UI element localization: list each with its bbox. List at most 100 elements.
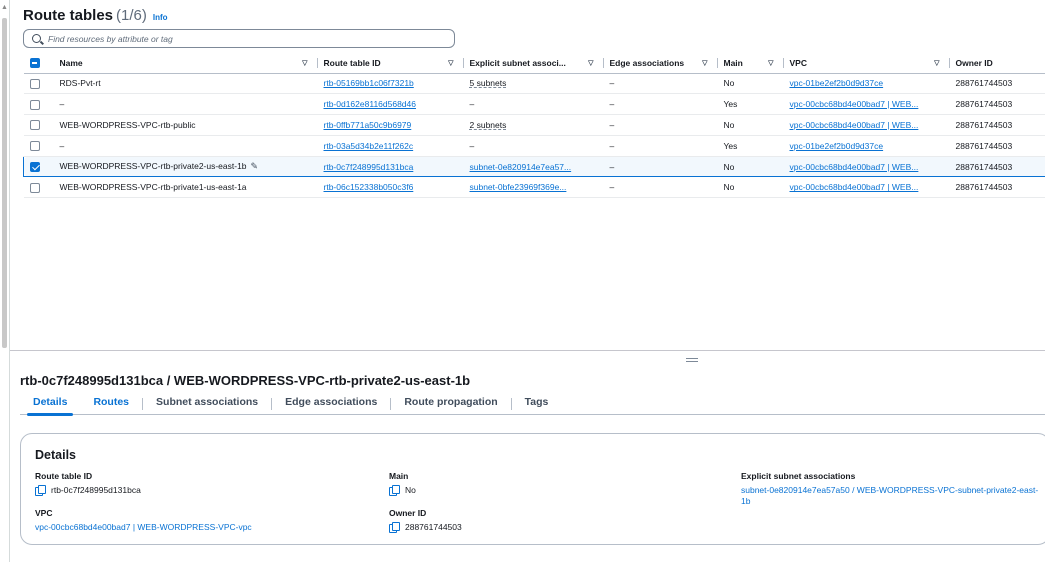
sort-down-icon[interactable]: ▽ bbox=[934, 59, 939, 67]
column-header-main[interactable]: Main ▽ bbox=[717, 53, 784, 74]
vpc-link[interactable]: vpc-00cbc68bd4e00bad7 | WEB-WORDPRESS-VP… bbox=[35, 522, 252, 532]
details-card: Details Route table ID rtb-0c7f248995d13… bbox=[20, 433, 1045, 545]
main-cell: Yes bbox=[717, 135, 784, 157]
main-cell: No bbox=[717, 176, 784, 199]
row-select-cell[interactable] bbox=[23, 93, 54, 116]
column-label: Main bbox=[723, 57, 743, 68]
column-header-owner-id[interactable]: Owner ID bbox=[949, 53, 1045, 74]
drag-handle-icon[interactable] bbox=[686, 358, 698, 362]
table-row[interactable]: WEB-WORDPRESS-VPC-rtb-private1-us-east-1… bbox=[23, 176, 1045, 199]
route-table-id-link[interactable]: rtb-0d162e8116d568d46 bbox=[324, 99, 416, 109]
row-checkbox[interactable] bbox=[29, 141, 40, 152]
row-checkbox[interactable] bbox=[29, 120, 40, 131]
owner-id-cell: 288761744503 bbox=[949, 155, 1045, 178]
edge-associations-cell: – bbox=[603, 155, 718, 178]
search-box[interactable] bbox=[23, 29, 455, 48]
field-label: Route table ID bbox=[35, 471, 93, 481]
row-select-cell[interactable] bbox=[23, 73, 54, 95]
explicit-subnet-link[interactable]: subnet-0e820914e7ea57a50 / WEB-WORDPRESS… bbox=[741, 485, 1045, 507]
subnet-associations-link[interactable]: subnet-0e820914e7ea57... bbox=[470, 162, 572, 172]
route-table-id-link[interactable]: rtb-06c152338b050c3f6 bbox=[324, 182, 414, 192]
vpc-field: VPC vpc-00cbc68bd4e00bad7 | WEB-WORDPRES… bbox=[35, 508, 252, 532]
field-label: VPC bbox=[35, 508, 53, 518]
selection-count: (1/6) bbox=[116, 7, 147, 24]
column-header-name[interactable]: Name ▽ bbox=[53, 53, 318, 74]
subnet-associations-cell: – bbox=[463, 135, 604, 157]
route-tables-header: Route tables (1/6) Info bbox=[23, 7, 168, 24]
edge-associations-cell: – bbox=[603, 114, 718, 136]
row-checkbox[interactable] bbox=[29, 99, 40, 110]
field-value: rtb-0c7f248995d131bca bbox=[35, 485, 141, 496]
table-row[interactable]: – rtb-0d162e8116d568d46 – – Yes vpc-00cb… bbox=[23, 93, 1045, 116]
copy-icon[interactable] bbox=[35, 485, 46, 496]
field-label: Explicit subnet associations bbox=[741, 471, 856, 481]
details-card-title: Details bbox=[35, 448, 76, 462]
sort-down-icon[interactable]: ▽ bbox=[448, 59, 453, 67]
owner-id-cell: 288761744503 bbox=[949, 73, 1045, 95]
table-row[interactable]: WEB-WORDPRESS-VPC-rtb-public rtb-0ffb771… bbox=[23, 114, 1045, 136]
row-select-cell[interactable] bbox=[23, 135, 54, 157]
row-select-cell[interactable] bbox=[23, 114, 54, 136]
vpc-link[interactable]: vpc-00cbc68bd4e00bad7 | WEB... bbox=[790, 120, 919, 130]
tab-route-propagation[interactable]: Route propagation bbox=[391, 393, 510, 415]
route-table-id-link[interactable]: rtb-0ffb771a50c9b6979 bbox=[324, 120, 412, 130]
row-select-cell[interactable] bbox=[23, 176, 54, 199]
column-header-vpc[interactable]: VPC ▽ bbox=[783, 53, 950, 74]
vpc-link[interactable]: vpc-01be2ef2b0d9d37ce bbox=[790, 141, 884, 151]
row-checkbox[interactable] bbox=[29, 182, 40, 193]
row-checkbox[interactable] bbox=[29, 78, 40, 89]
tab-tags[interactable]: Tags bbox=[512, 393, 562, 415]
field-label: Main bbox=[389, 471, 409, 481]
route-table-id-link[interactable]: rtb-0c7f248995d131bca bbox=[324, 162, 414, 172]
tab-routes[interactable]: Routes bbox=[80, 393, 142, 415]
select-all-header[interactable] bbox=[23, 53, 54, 74]
name-cell: RDS-Pvt-rt bbox=[53, 73, 318, 95]
vpc-link[interactable]: vpc-01be2ef2b0d9d37ce bbox=[790, 78, 884, 88]
select-all-checkbox[interactable] bbox=[29, 58, 40, 69]
scroll-up-arrow-icon[interactable]: ▲ bbox=[1, 4, 8, 11]
info-link[interactable]: Info bbox=[153, 13, 168, 22]
edge-associations-cell: – bbox=[603, 135, 718, 157]
copy-icon[interactable] bbox=[389, 485, 400, 496]
scrollbar-thumb[interactable] bbox=[2, 18, 7, 348]
column-label: Owner ID bbox=[955, 57, 993, 68]
vpc-link[interactable]: vpc-00cbc68bd4e00bad7 | WEB... bbox=[790, 182, 919, 192]
owner-id-field: Owner ID 288761744503 bbox=[389, 508, 462, 533]
subnet-associations-link[interactable]: 5 subnets bbox=[470, 78, 507, 88]
route-table-id-value: rtb-0c7f248995d131bca bbox=[51, 485, 141, 495]
column-header-route-table-id[interactable]: Route table ID ▽ bbox=[317, 53, 464, 74]
row-select-cell[interactable] bbox=[23, 155, 54, 178]
tab-details[interactable]: Details bbox=[20, 393, 80, 416]
name-cell: WEB-WORDPRESS-VPC-rtb-public bbox=[53, 114, 318, 136]
subnet-associations-link[interactable]: subnet-0bfe23969f369e... bbox=[470, 182, 567, 192]
column-label: Name bbox=[59, 57, 83, 68]
sort-down-icon[interactable]: ▽ bbox=[768, 59, 773, 67]
table-row[interactable]: RDS-Pvt-rt rtb-05169bb1c06f7321b 5 subne… bbox=[23, 73, 1045, 95]
table-row-selected[interactable]: WEB-WORDPRESS-VPC-rtb-private2-us-east-1… bbox=[23, 155, 1045, 178]
route-table-id-link[interactable]: rtb-03a5d34b2e11f262c bbox=[324, 141, 414, 151]
subnet-associations-link[interactable]: 2 subnets bbox=[470, 120, 507, 130]
detail-heading: rtb-0c7f248995d131bca / WEB-WORDPRESS-VP… bbox=[20, 373, 471, 388]
vpc-link[interactable]: vpc-00cbc68bd4e00bad7 | WEB... bbox=[790, 162, 919, 172]
left-scrollbar[interactable]: ▲ bbox=[0, 0, 10, 562]
route-table-id-link[interactable]: rtb-05169bb1c06f7321b bbox=[324, 78, 414, 88]
table-row[interactable]: – rtb-03a5d34b2e11f262c – – Yes vpc-01be… bbox=[23, 135, 1045, 157]
owner-id-value: 288761744503 bbox=[405, 522, 462, 532]
column-header-explicit-subnet[interactable]: Explicit subnet associ... ▽ bbox=[463, 53, 604, 74]
panel-split-divider[interactable] bbox=[10, 350, 1045, 351]
owner-id-cell: 288761744503 bbox=[949, 176, 1045, 199]
column-header-edge-associations[interactable]: Edge associations ▽ bbox=[603, 53, 718, 74]
detail-tabs: Details Routes Subnet associations Edge … bbox=[20, 393, 1045, 416]
copy-icon[interactable] bbox=[389, 522, 400, 533]
pencil-icon[interactable]: ✎ bbox=[251, 161, 259, 172]
sort-down-icon[interactable]: ▽ bbox=[702, 59, 707, 67]
vpc-link[interactable]: vpc-00cbc68bd4e00bad7 | WEB... bbox=[790, 99, 919, 109]
name-text: WEB-WORDPRESS-VPC-rtb-private2-us-east-1… bbox=[59, 161, 247, 172]
search-input[interactable] bbox=[48, 33, 428, 44]
tab-subnet-associations[interactable]: Subnet associations bbox=[143, 393, 271, 415]
tab-edge-associations[interactable]: Edge associations bbox=[272, 393, 390, 415]
sort-down-icon[interactable]: ▽ bbox=[302, 59, 307, 67]
name-cell: WEB-WORDPRESS-VPC-rtb-private1-us-east-1… bbox=[53, 176, 318, 199]
sort-down-icon[interactable]: ▽ bbox=[588, 59, 593, 67]
row-checkbox-checked[interactable] bbox=[30, 161, 40, 172]
